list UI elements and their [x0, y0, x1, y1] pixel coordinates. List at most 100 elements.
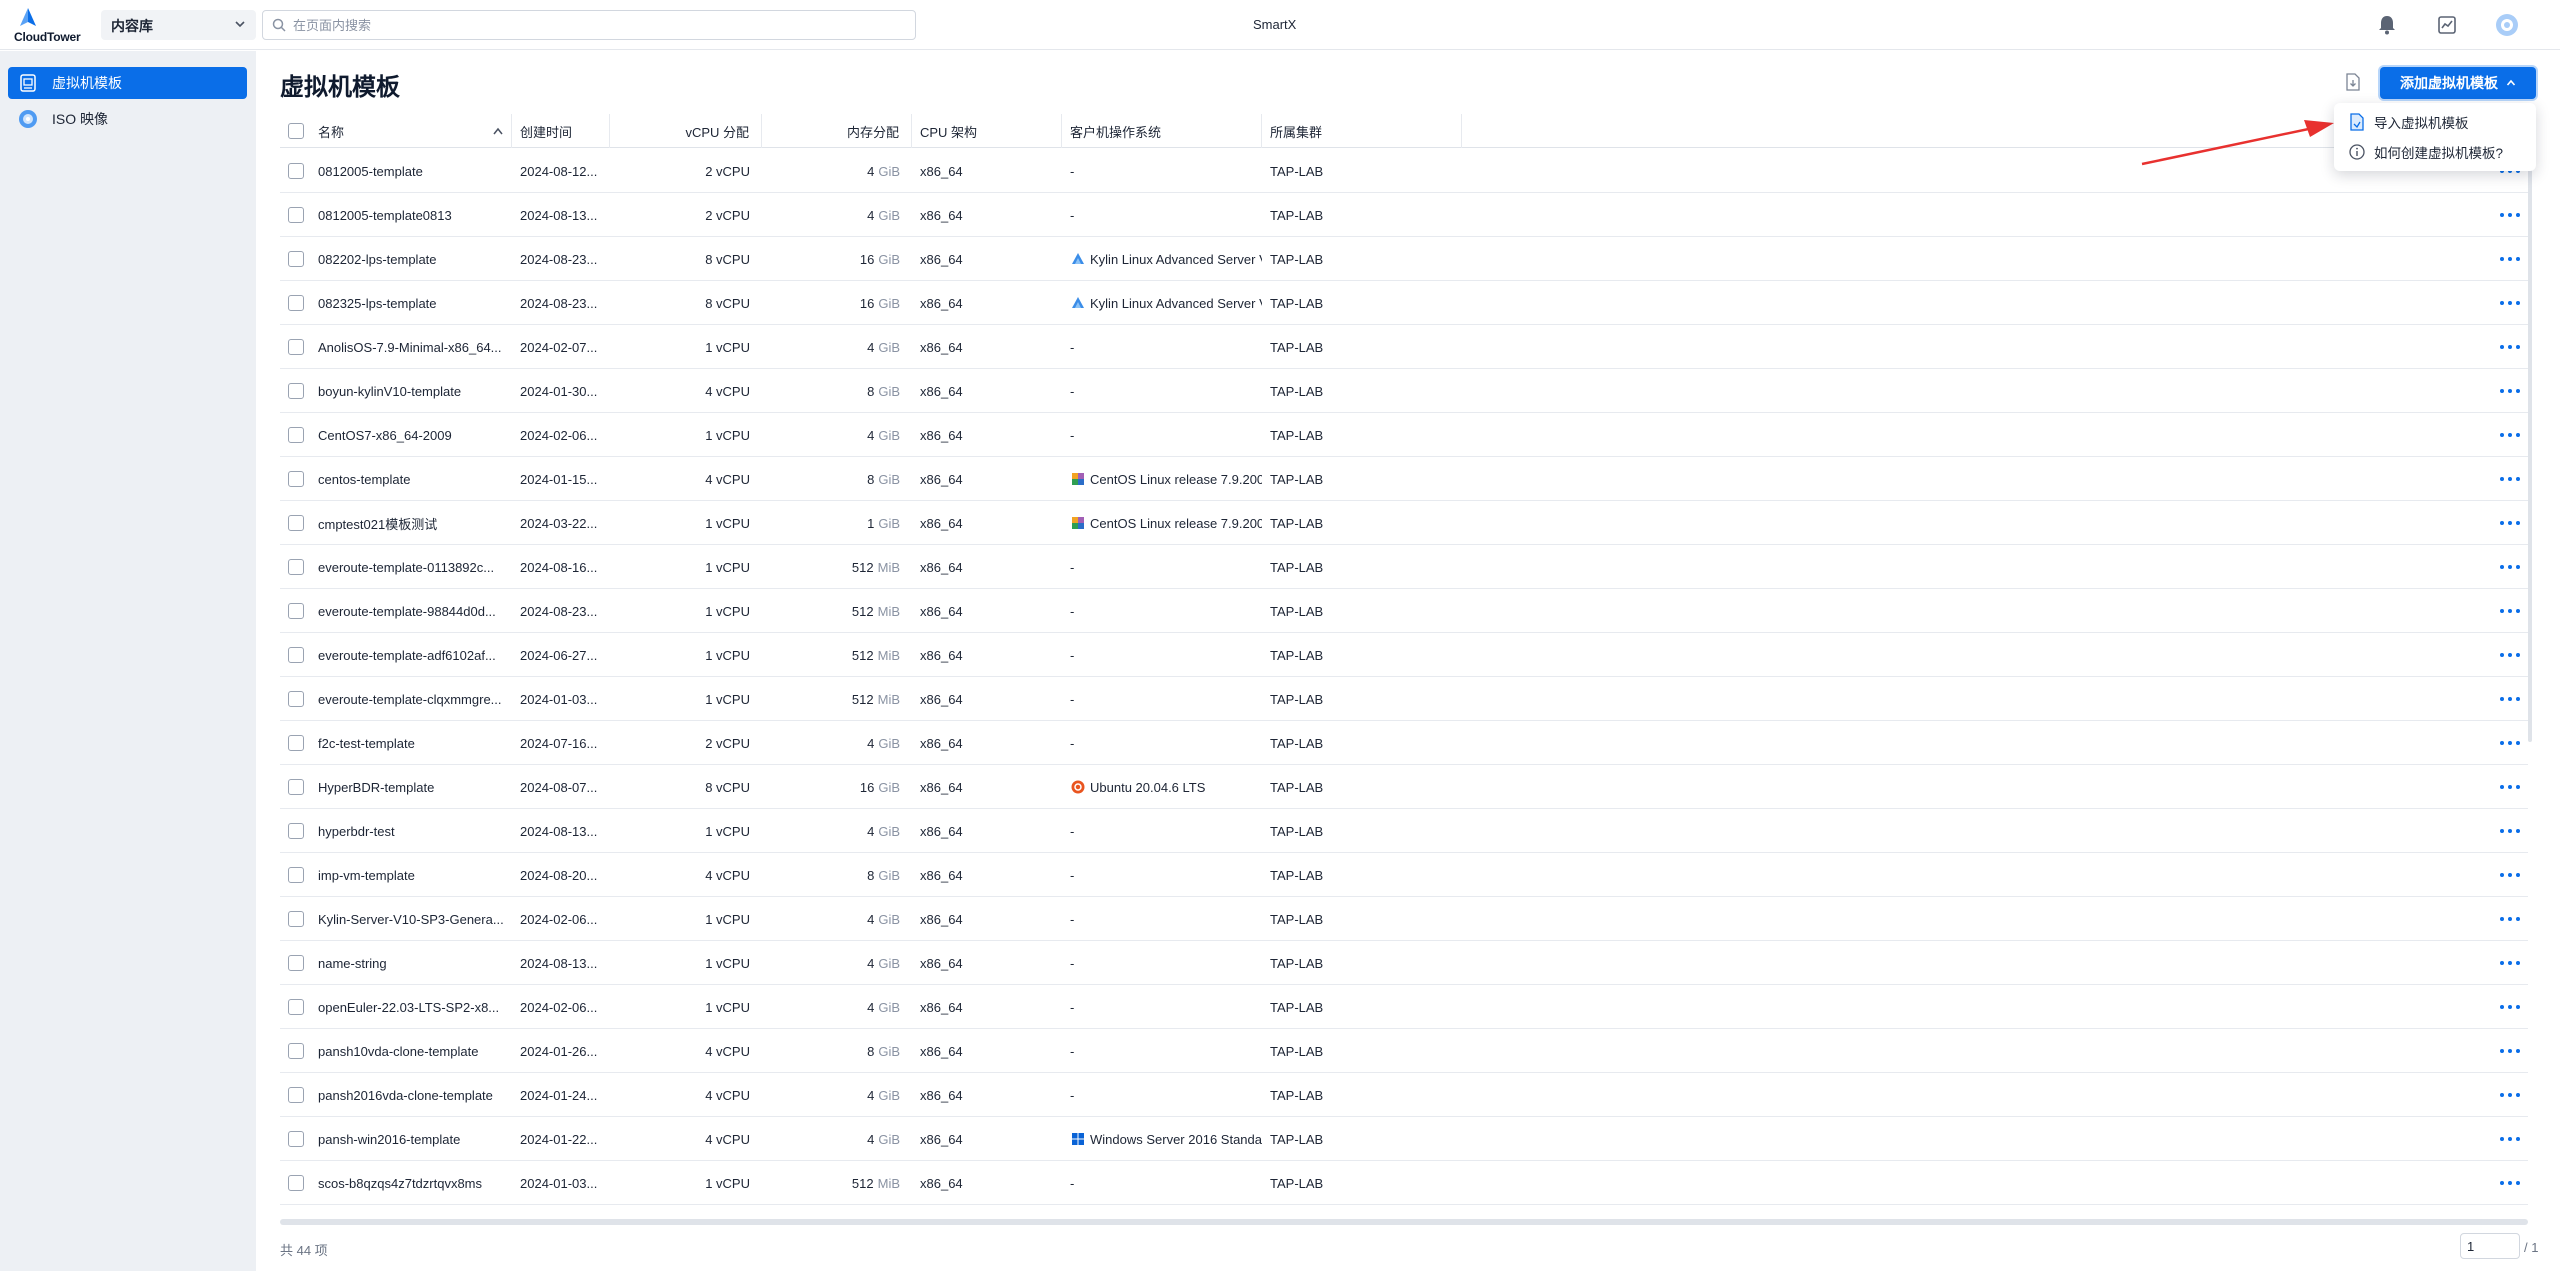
- row-checkbox[interactable]: [288, 1043, 304, 1059]
- row-more-actions-icon[interactable]: [2500, 474, 2520, 484]
- row-checkbox[interactable]: [288, 999, 304, 1015]
- row-more-actions-icon[interactable]: [2500, 782, 2520, 792]
- row-more-actions-icon[interactable]: [2500, 1046, 2520, 1056]
- row-more-actions-icon[interactable]: [2500, 1178, 2520, 1188]
- cell-name[interactable]: Kylin-Server-V10-SP3-Genera...: [318, 897, 508, 941]
- page-number-input[interactable]: [2461, 1234, 2517, 1258]
- row-checkbox[interactable]: [288, 823, 304, 839]
- row-more-actions-icon[interactable]: [2500, 738, 2520, 748]
- row-more-actions-icon[interactable]: [2500, 1134, 2520, 1144]
- table-row[interactable]: CentOS7-x86_64-2009 2024-02-06... 1 vCPU 4 G…: [280, 413, 2528, 457]
- column-header-guest-os[interactable]: 客户机操作系统: [1062, 114, 1262, 148]
- row-checkbox[interactable]: [288, 163, 304, 179]
- content-library-select[interactable]: 内容库: [101, 10, 256, 40]
- cell-name[interactable]: HyperBDR-template: [318, 765, 508, 809]
- row-checkbox[interactable]: [288, 383, 304, 399]
- cell-name[interactable]: cmptest021模板测试: [318, 501, 508, 545]
- row-checkbox[interactable]: [288, 251, 304, 267]
- sidebar-item-vm-templates[interactable]: 虚拟机模板: [8, 67, 247, 99]
- sidebar-item-iso-images[interactable]: ISO 映像: [8, 103, 247, 135]
- cell-name[interactable]: name-string: [318, 941, 508, 985]
- table-row[interactable]: everoute-template-98844d0d... 2024-08-23.…: [280, 589, 2528, 633]
- row-checkbox[interactable]: [288, 471, 304, 487]
- table-row[interactable]: HyperBDR-template 2024-08-07... 8 vCPU 16 Gi…: [280, 765, 2528, 809]
- table-row[interactable]: hyperbdr-test 2024-08-13... 1 vCPU 4 GiB x86_…: [280, 809, 2528, 853]
- menu-item-how-to-create[interactable]: 如何创建虚拟机模板?: [2334, 137, 2536, 167]
- table-row[interactable]: f2c-test-template 2024-07-16... 2 vCPU 4 GiB…: [280, 721, 2528, 765]
- row-checkbox[interactable]: [288, 647, 304, 663]
- column-header-cluster[interactable]: 所属集群: [1262, 114, 1462, 148]
- row-checkbox[interactable]: [288, 1087, 304, 1103]
- table-row[interactable]: 0812005-template0813 2024-08-13... 2 vCPU 4…: [280, 193, 2528, 237]
- cell-name[interactable]: everoute-template-adf6102af...: [318, 633, 508, 677]
- tasks-button[interactable]: [2434, 12, 2460, 38]
- table-row[interactable]: pansh10vda-clone-template 2024-01-26... 4 …: [280, 1029, 2528, 1073]
- cell-name[interactable]: 0812005-template0813: [318, 193, 508, 237]
- cell-name[interactable]: pansh10vda-clone-template: [318, 1029, 508, 1073]
- cell-name[interactable]: CentOS7-x86_64-2009: [318, 413, 508, 457]
- row-more-actions-icon[interactable]: [2500, 870, 2520, 880]
- row-more-actions-icon[interactable]: [2500, 562, 2520, 572]
- row-checkbox[interactable]: [288, 207, 304, 223]
- row-more-actions-icon[interactable]: [2500, 342, 2520, 352]
- row-more-actions-icon[interactable]: [2500, 430, 2520, 440]
- table-row[interactable]: 082202-lps-template 2024-08-23... 8 vCPU 16…: [280, 237, 2528, 281]
- table-row[interactable]: AnolisOS-7.9-Minimal-x86_64... 2024-02-07…: [280, 325, 2528, 369]
- column-header-created[interactable]: 创建时间: [512, 114, 610, 148]
- row-checkbox[interactable]: [288, 735, 304, 751]
- cell-name[interactable]: hyperbdr-test: [318, 809, 508, 853]
- row-checkbox[interactable]: [288, 427, 304, 443]
- table-row[interactable]: cmptest021模板测试 2024-03-22... 1 vCPU 1 GiB x86…: [280, 501, 2528, 545]
- row-checkbox[interactable]: [288, 955, 304, 971]
- cell-name[interactable]: openEuler-22.03-LTS-SP2-x8...: [318, 985, 508, 1029]
- row-checkbox[interactable]: [288, 515, 304, 531]
- row-more-actions-icon[interactable]: [2500, 518, 2520, 528]
- cell-name[interactable]: everoute-template-0113892c...: [318, 545, 508, 589]
- column-header-cpu-arch[interactable]: CPU 架构: [912, 114, 1062, 148]
- row-checkbox[interactable]: [288, 1175, 304, 1191]
- table-row[interactable]: 0812005-template 2024-08-12... 2 vCPU 4 GiB x…: [280, 149, 2528, 193]
- row-checkbox[interactable]: [288, 779, 304, 795]
- row-checkbox[interactable]: [288, 1131, 304, 1147]
- row-checkbox[interactable]: [288, 295, 304, 311]
- sort-ascending-icon[interactable]: [493, 127, 503, 135]
- cell-name[interactable]: boyun-kylinV10-template: [318, 369, 508, 413]
- table-row[interactable]: scos-b8qzqs4z7tdzrtqvx8ms 2024-01-03... 1 …: [280, 1161, 2528, 1205]
- vertical-scrollbar[interactable]: [2528, 112, 2532, 742]
- row-more-actions-icon[interactable]: [2500, 386, 2520, 396]
- row-checkbox[interactable]: [288, 339, 304, 355]
- column-header-vcpu[interactable]: vCPU 分配: [610, 114, 762, 148]
- row-more-actions-icon[interactable]: [2500, 298, 2520, 308]
- row-more-actions-icon[interactable]: [2500, 914, 2520, 924]
- table-row[interactable]: everoute-template-clqxmmgre... 2024-01-03…: [280, 677, 2528, 721]
- row-more-actions-icon[interactable]: [2500, 606, 2520, 616]
- table-row[interactable]: centos-template 2024-01-15... 4 vCPU 8 GiB x8…: [280, 457, 2528, 501]
- cell-name[interactable]: AnolisOS-7.9-Minimal-x86_64...: [318, 325, 508, 369]
- table-row[interactable]: everoute-template-adf6102af... 2024-06-27…: [280, 633, 2528, 677]
- table-row[interactable]: imp-vm-template 2024-08-20... 4 vCPU 8 GiB x8…: [280, 853, 2528, 897]
- row-more-actions-icon[interactable]: [2500, 650, 2520, 660]
- cell-name[interactable]: everoute-template-clqxmmgre...: [318, 677, 508, 721]
- table-row[interactable]: pansh2016vda-clone-template 2024-01-24...…: [280, 1073, 2528, 1117]
- cell-name[interactable]: f2c-test-template: [318, 721, 508, 765]
- search-input[interactable]: [293, 15, 893, 35]
- row-checkbox[interactable]: [288, 867, 304, 883]
- cell-name[interactable]: pansh2016vda-clone-template: [318, 1073, 508, 1117]
- row-checkbox[interactable]: [288, 691, 304, 707]
- column-header-name[interactable]: 名称: [310, 114, 512, 148]
- notification-button[interactable]: [2374, 12, 2400, 38]
- row-more-actions-icon[interactable]: [2500, 210, 2520, 220]
- column-header-memory[interactable]: 内存分配: [762, 114, 912, 148]
- menu-item-import-template[interactable]: 导入虚拟机模板: [2334, 107, 2536, 137]
- row-more-actions-icon[interactable]: [2500, 826, 2520, 836]
- horizontal-scrollbar[interactable]: [280, 1219, 2528, 1225]
- table-row[interactable]: Kylin-Server-V10-SP3-Genera... 2024-02-06…: [280, 897, 2528, 941]
- export-button[interactable]: [2340, 69, 2366, 95]
- row-checkbox[interactable]: [288, 911, 304, 927]
- table-row[interactable]: pansh-win2016-template 2024-01-22... 4 vCP…: [280, 1117, 2528, 1161]
- cell-name[interactable]: 082325-lps-template: [318, 281, 508, 325]
- table-row[interactable]: everoute-template-0113892c... 2024-08-16.…: [280, 545, 2528, 589]
- row-more-actions-icon[interactable]: [2500, 254, 2520, 264]
- table-row[interactable]: boyun-kylinV10-template 2024-01-30... 4 vC…: [280, 369, 2528, 413]
- row-more-actions-icon[interactable]: [2500, 694, 2520, 704]
